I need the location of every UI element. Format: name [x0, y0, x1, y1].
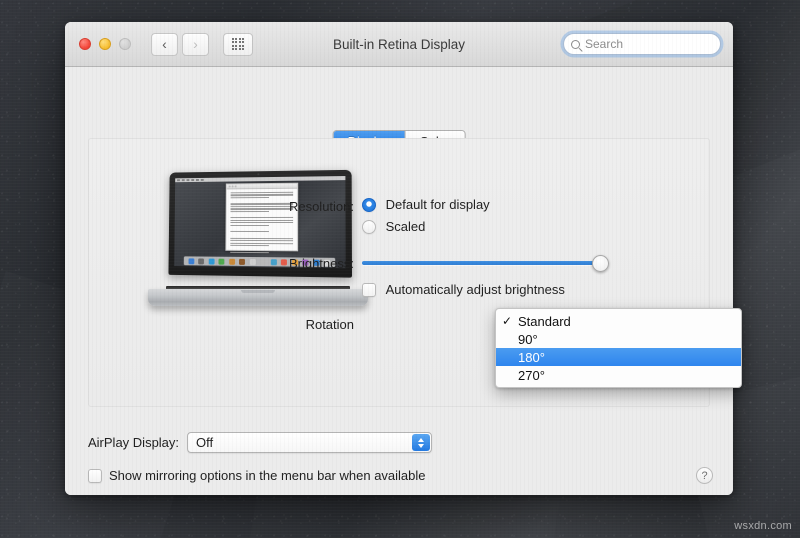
- resolution-option-default[interactable]: Default for display: [362, 197, 490, 212]
- checkmark-icon: ✓: [502, 314, 513, 328]
- resolution-option-scaled[interactable]: Scaled: [362, 219, 425, 234]
- radio-scaled[interactable]: [362, 220, 376, 234]
- brightness-slider-knob[interactable]: [592, 255, 609, 272]
- mirroring-row[interactable]: Show mirroring options in the menu bar w…: [88, 468, 426, 483]
- help-button[interactable]: ?: [696, 467, 713, 484]
- resolution-scaled-label: Scaled: [385, 219, 426, 234]
- show-all-button[interactable]: [223, 32, 253, 56]
- menu-item-90[interactable]: 90°: [496, 330, 741, 348]
- menu-item-label: 90°: [518, 331, 538, 347]
- chevron-updown-icon: [412, 434, 431, 451]
- display-preferences-window: ‹ › Built-in Retina Display Search Resol…: [65, 22, 742, 495]
- menu-item-270[interactable]: 270°: [496, 366, 741, 384]
- menu-item-label: 180°: [518, 349, 545, 365]
- desktop-background: ‹ › Built-in Retina Display Search Resol…: [0, 0, 800, 538]
- preview-document-window: [225, 182, 298, 253]
- search-icon: [571, 39, 580, 49]
- search-placeholder: Search: [585, 37, 624, 51]
- window-content: Display Color: [65, 67, 742, 495]
- preview-menu-bar: [175, 176, 346, 183]
- airplay-popup-button[interactable]: Off: [187, 432, 433, 453]
- radio-default-for-display[interactable]: [362, 198, 376, 212]
- watermark: wsxdn.com: [734, 520, 792, 532]
- rotation-label: Rotation: [305, 317, 354, 332]
- checkbox-auto-brightness[interactable]: [362, 283, 376, 297]
- traffic-light-group: [79, 38, 131, 50]
- brightness-label: Brightness:: [288, 256, 354, 271]
- camera-icon: [257, 173, 260, 175]
- brightness-slider-track[interactable]: [362, 261, 607, 265]
- grid-icon: [231, 37, 245, 51]
- macbook-base: [148, 289, 368, 306]
- forward-button[interactable]: ›: [182, 32, 209, 56]
- search-input[interactable]: Search: [563, 33, 721, 55]
- menu-item-standard[interactable]: ✓ Standard: [496, 312, 741, 330]
- minimize-window-button[interactable]: [99, 38, 111, 50]
- airplay-label: AirPlay Display:: [88, 435, 180, 450]
- auto-brightness-row[interactable]: Automatically adjust brightness: [362, 282, 565, 297]
- airplay-row: AirPlay Display: Off: [88, 432, 433, 453]
- navigation-buttons: ‹ ›: [151, 32, 209, 56]
- close-window-button[interactable]: [79, 38, 91, 50]
- resolution-label: Resolution:: [288, 199, 354, 214]
- macbook-trackpad-notch: [241, 290, 275, 293]
- back-button[interactable]: ‹: [151, 32, 178, 56]
- window-titlebar: ‹ › Built-in Retina Display Search: [65, 22, 733, 67]
- chevron-right-icon: ›: [193, 36, 198, 52]
- mirroring-label: Show mirroring options in the menu bar w…: [109, 468, 426, 483]
- zoom-window-button[interactable]: [119, 38, 131, 50]
- resolution-default-label: Default for display: [385, 197, 490, 212]
- search-container: Search: [563, 33, 721, 55]
- chevron-left-icon: ‹: [162, 36, 167, 52]
- airplay-value: Off: [196, 435, 214, 450]
- macbook-screen: [174, 176, 346, 269]
- menu-item-label: Standard: [518, 313, 571, 329]
- macbook-preview-image: [148, 169, 368, 306]
- menu-item-180[interactable]: 180°: [496, 348, 741, 366]
- auto-brightness-label: Automatically adjust brightness: [385, 282, 565, 297]
- rotation-dropdown-menu: ✓ Standard 90° 180° 270°: [495, 308, 742, 388]
- menu-item-label: 270°: [518, 367, 545, 383]
- checkbox-show-mirroring-options[interactable]: [88, 468, 102, 483]
